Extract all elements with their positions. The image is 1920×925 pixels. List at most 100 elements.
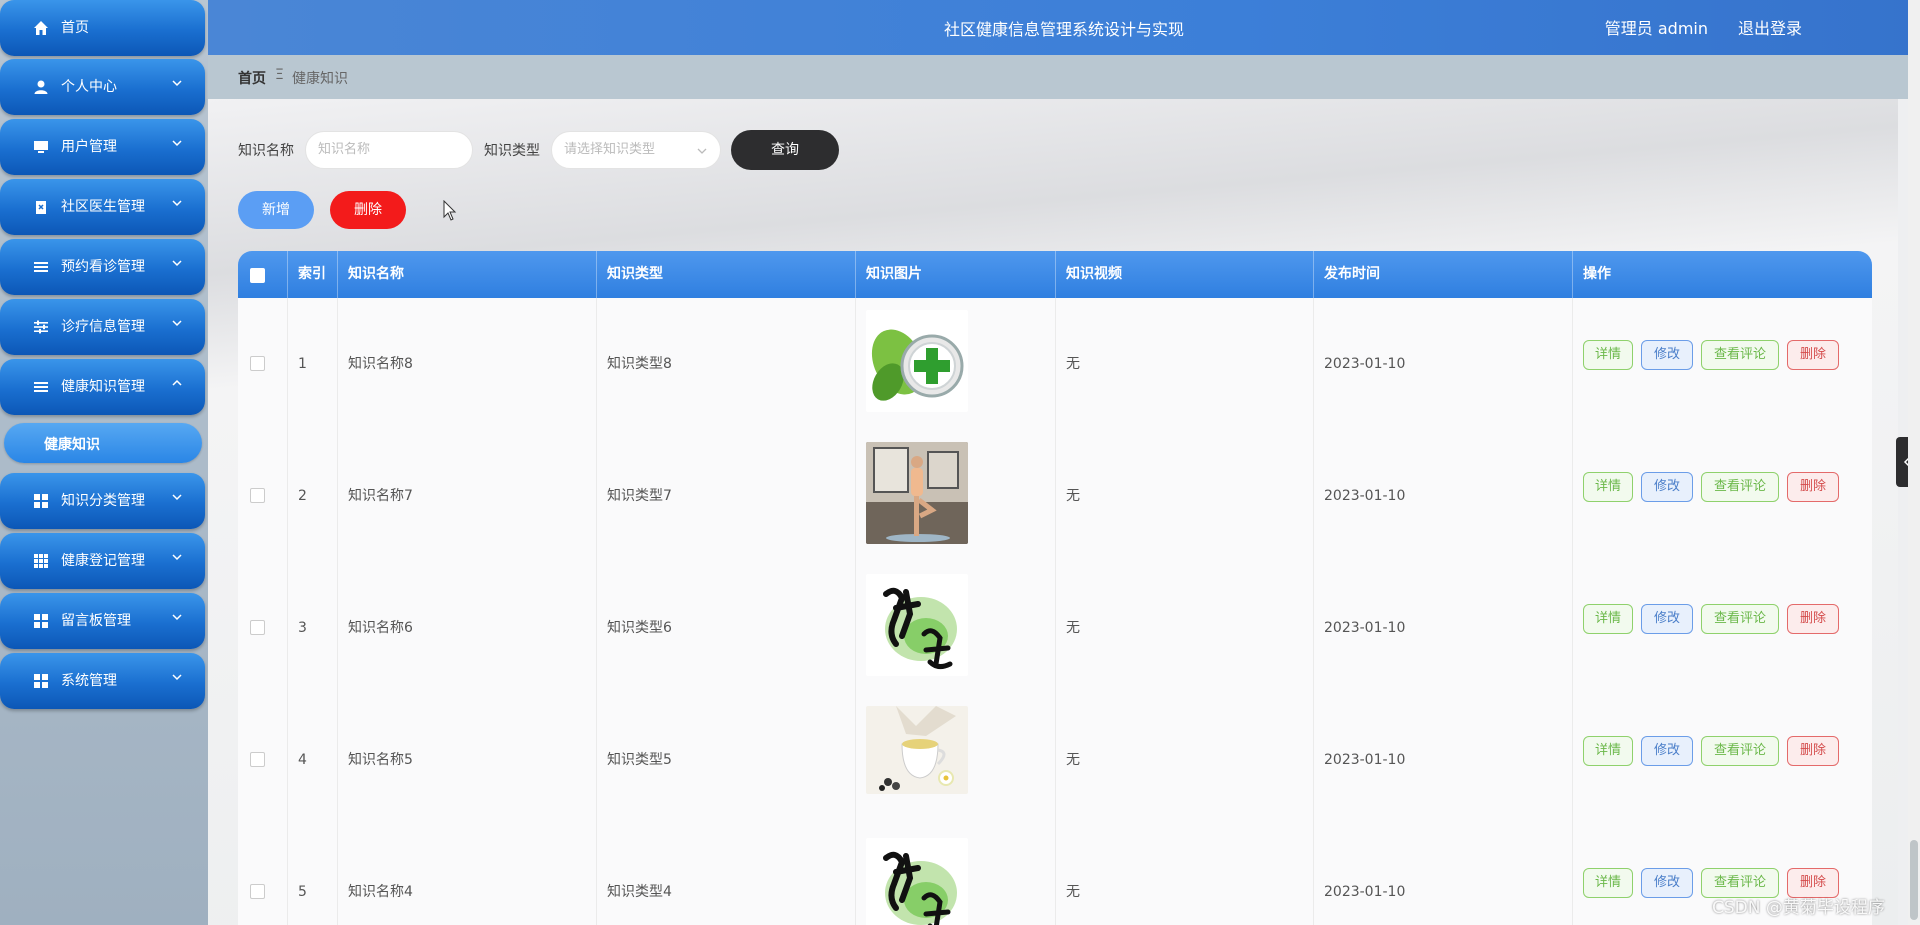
row-checkbox[interactable] bbox=[250, 620, 265, 635]
row-knowledge-name: 知识名称8 bbox=[338, 298, 597, 430]
edit-button[interactable]: 修改 bbox=[1641, 868, 1693, 898]
add-button[interactable]: 新增 bbox=[238, 191, 314, 229]
select-all-checkbox[interactable] bbox=[250, 268, 265, 283]
row-knowledge-name: 知识名称6 bbox=[338, 562, 597, 694]
row-delete-button[interactable]: 删除 bbox=[1787, 340, 1839, 370]
view-comments-button[interactable]: 查看评论 bbox=[1701, 604, 1779, 634]
sliders-icon bbox=[32, 318, 50, 336]
top-header: 社区健康信息管理系统设计与实现 管理员 admin 退出登录 bbox=[208, 0, 1920, 55]
knowledge-type-select[interactable]: 请选择知识类型 bbox=[551, 131, 721, 169]
sidebar-item-user-management[interactable]: 用户管理 bbox=[0, 119, 205, 175]
chevron-down-icon bbox=[172, 554, 182, 561]
row-knowledge-video: 无 bbox=[1056, 826, 1314, 925]
row-checkbox-cell bbox=[238, 298, 288, 430]
sidebar: 首页 个人中心 用户管理 社区医生管理 预约看诊管理 诊疗信息管理 健康知识管理… bbox=[0, 0, 208, 925]
breadcrumb-current: 健康知识 bbox=[292, 71, 348, 87]
row-knowledge-type: 知识类型5 bbox=[597, 694, 856, 826]
home-icon bbox=[32, 19, 50, 37]
page-scrollbar[interactable] bbox=[1908, 0, 1920, 925]
edit-button[interactable]: 修改 bbox=[1641, 472, 1693, 502]
submenu-item-health-knowledge[interactable]: 健康知识 bbox=[4, 423, 202, 463]
row-checkbox[interactable] bbox=[250, 752, 265, 767]
chevron-down-icon bbox=[172, 320, 182, 327]
row-checkbox-cell bbox=[238, 694, 288, 826]
detail-button[interactable]: 详情 bbox=[1583, 604, 1633, 634]
row-checkbox[interactable] bbox=[250, 488, 265, 503]
detail-button[interactable]: 详情 bbox=[1583, 736, 1633, 766]
sidebar-item-label: 健康登记管理 bbox=[61, 553, 145, 569]
table-row: 3 知识名称6 知识类型6 无 2023-01-10 详情 修改 查看评论 删除 bbox=[238, 562, 1872, 695]
scrollbar-thumb[interactable] bbox=[1910, 840, 1918, 920]
chevron-down-icon bbox=[172, 260, 182, 267]
grid-icon bbox=[32, 612, 50, 630]
row-delete-button[interactable]: 删除 bbox=[1787, 472, 1839, 502]
header-index: 索引 bbox=[288, 251, 338, 298]
chevron-down-icon bbox=[697, 148, 707, 154]
row-operations: 详情 修改 查看评论 删除 bbox=[1573, 562, 1872, 694]
tea-cup-image[interactable] bbox=[866, 706, 968, 794]
header-knowledge-image: 知识图片 bbox=[856, 251, 1056, 298]
row-delete-button[interactable]: 删除 bbox=[1787, 604, 1839, 634]
sidebar-item-knowledge-category-management[interactable]: 知识分类管理 bbox=[0, 473, 205, 529]
health-cross-leaf-image[interactable] bbox=[866, 310, 968, 412]
breadcrumb: 首页 Ξ 健康知识 bbox=[208, 55, 1920, 99]
sidebar-item-label: 系统管理 bbox=[61, 673, 117, 689]
row-publish-time: 2023-01-10 bbox=[1314, 826, 1573, 925]
sidebar-item-label: 预约看诊管理 bbox=[61, 259, 145, 275]
logout-link[interactable]: 退出登录 bbox=[1738, 15, 1802, 39]
health-calligraphy-image[interactable] bbox=[866, 838, 968, 925]
batch-delete-button[interactable]: 删除 bbox=[330, 191, 406, 229]
edit-button[interactable]: 修改 bbox=[1641, 604, 1693, 634]
sidebar-item-home[interactable]: 首页 bbox=[0, 0, 205, 56]
sidebar-item-personal-center[interactable]: 个人中心 bbox=[0, 59, 205, 115]
sidebar-item-label: 健康知识管理 bbox=[61, 379, 145, 395]
user-label: 管理员 admin bbox=[1604, 19, 1708, 38]
sidebar-item-diagnosis-management[interactable]: 诊疗信息管理 bbox=[0, 299, 205, 355]
table-row: 4 知识名称5 知识类型5 无 2023-01-10 详情 修改 查看评论 删除 bbox=[238, 694, 1872, 827]
row-checkbox[interactable] bbox=[250, 884, 265, 899]
row-publish-time: 2023-01-10 bbox=[1314, 694, 1573, 826]
row-delete-button[interactable]: 删除 bbox=[1787, 736, 1839, 766]
row-checkbox-cell bbox=[238, 430, 288, 562]
sidebar-item-system-management[interactable]: 系统管理 bbox=[0, 653, 205, 709]
header-knowledge-type: 知识类型 bbox=[597, 251, 856, 298]
detail-button[interactable]: 详情 bbox=[1583, 868, 1633, 898]
knowledge-name-input[interactable]: 知识名称 bbox=[305, 131, 473, 169]
detail-button[interactable]: 详情 bbox=[1583, 472, 1633, 502]
table-row: 1 知识名称8 知识类型8 无 2023-01-10 详情 修改 查看评论 删除 bbox=[238, 298, 1872, 431]
knowledge-type-placeholder: 请选择知识类型 bbox=[564, 142, 656, 157]
row-knowledge-type: 知识类型4 bbox=[597, 826, 856, 925]
view-comments-button[interactable]: 查看评论 bbox=[1701, 472, 1779, 502]
breadcrumb-home[interactable]: 首页 bbox=[238, 68, 266, 88]
sidebar-item-message-board-management[interactable]: 留言板管理 bbox=[0, 593, 205, 649]
sidebar-item-health-knowledge-management[interactable]: 健康知识管理 bbox=[0, 359, 205, 415]
row-checkbox-cell bbox=[238, 826, 288, 925]
yoga-pose-image[interactable] bbox=[866, 442, 968, 544]
row-knowledge-type: 知识类型6 bbox=[597, 562, 856, 694]
view-comments-button[interactable]: 查看评论 bbox=[1701, 736, 1779, 766]
user-icon bbox=[32, 78, 50, 96]
sidebar-item-doctor-management[interactable]: 社区医生管理 bbox=[0, 179, 205, 235]
health-calligraphy-image[interactable] bbox=[866, 574, 968, 676]
header-select-all-cell bbox=[238, 251, 288, 298]
monitor-icon bbox=[32, 138, 50, 156]
row-knowledge-video: 无 bbox=[1056, 562, 1314, 694]
row-checkbox[interactable] bbox=[250, 356, 265, 371]
sidebar-item-health-registration-management[interactable]: 健康登记管理 bbox=[0, 533, 205, 589]
edit-button[interactable]: 修改 bbox=[1641, 340, 1693, 370]
row-knowledge-name: 知识名称4 bbox=[338, 826, 597, 925]
view-comments-button[interactable]: 查看评论 bbox=[1701, 340, 1779, 370]
row-knowledge-video: 无 bbox=[1056, 430, 1314, 562]
query-button[interactable]: 查询 bbox=[731, 130, 839, 170]
row-knowledge-type: 知识类型8 bbox=[597, 298, 856, 430]
grid-icon bbox=[32, 672, 50, 690]
sidebar-item-appointment-management[interactable]: 预约看诊管理 bbox=[0, 239, 205, 295]
sidebar-item-label: 诊疗信息管理 bbox=[61, 319, 145, 335]
edit-button[interactable]: 修改 bbox=[1641, 736, 1693, 766]
table-row: 5 知识名称4 知识类型4 无 2023-01-10 详情 修改 查看评论 删除 bbox=[238, 826, 1872, 925]
detail-button[interactable]: 详情 bbox=[1583, 340, 1633, 370]
header-knowledge-name: 知识名称 bbox=[338, 251, 597, 298]
row-checkbox-cell bbox=[238, 562, 288, 694]
chevron-down-icon bbox=[172, 80, 182, 87]
watermark: CSDN @黄菊毕设程序 bbox=[1712, 898, 1885, 918]
